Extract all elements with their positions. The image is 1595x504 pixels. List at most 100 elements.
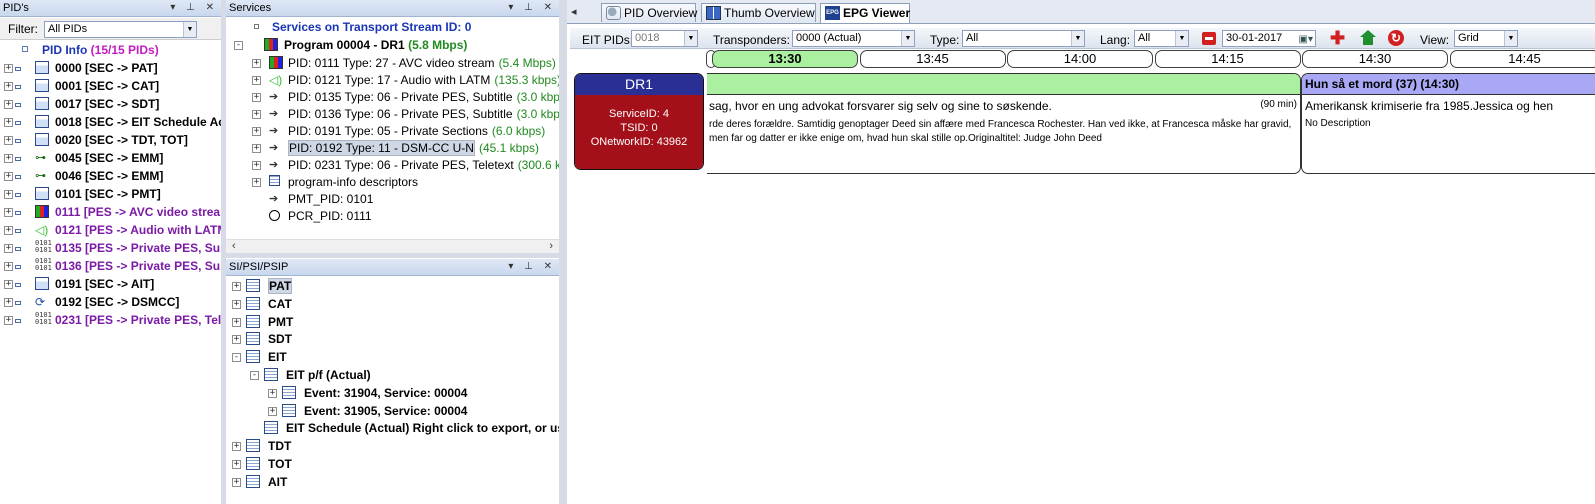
tab-epg-viewer[interactable]: EPG EPG Viewer (820, 3, 910, 23)
si-table-row[interactable]: - EIT p/f (Actual) (250, 366, 371, 384)
pid-row[interactable]: +0018 [SEC -> EIT Schedule Actu (0, 113, 221, 131)
pid-info-root[interactable]: PID Info (15/15 PIDs) (22, 41, 159, 59)
expand-toggle[interactable]: + (252, 59, 261, 68)
lang-dropdown[interactable]: All ▼ (1134, 30, 1189, 47)
expand-toggle[interactable]: + (252, 127, 261, 136)
expand-toggle[interactable]: + (4, 154, 13, 163)
expand-toggle[interactable]: + (252, 161, 261, 170)
pane-splitter[interactable] (226, 253, 559, 258)
si-table-row[interactable]: + AIT (232, 473, 287, 491)
pid-row[interactable]: + ⊶ 0046 [SEC -> EMM] (0, 167, 163, 185)
date-picker[interactable]: 30-01-2017 ▣▾ (1222, 30, 1316, 47)
expand-toggle[interactable]: + (232, 299, 241, 309)
pid-row[interactable]: +0020 [SEC -> TDT, TOT] (0, 131, 188, 149)
expand-toggle[interactable]: + (4, 136, 13, 145)
si-table-row[interactable]: + PMT (232, 313, 293, 331)
expand-toggle[interactable]: + (252, 93, 261, 102)
add-icon[interactable]: ✚ (1330, 29, 1345, 47)
tab-thumb-overview[interactable]: Thumb Overview (701, 3, 816, 22)
si-table-row[interactable]: + PAT (232, 277, 293, 295)
pid-row[interactable]: +0111 [PES -> AVC video stream (0, 203, 221, 221)
service-pid-row[interactable]: + program-info descriptors (252, 173, 422, 191)
service-pid-row[interactable]: + ➔ PID: 0231 Type: 06 - Private PES, Tele… (252, 156, 559, 174)
pid-row[interactable]: + ⟳ 0192 [SEC -> DSMCC] (0, 293, 179, 311)
time-slot[interactable]: 13:45 (859, 50, 1006, 68)
si-table-row[interactable]: + SDT (232, 330, 292, 348)
service-pid-row[interactable]: PCR_PID: 0111 (252, 207, 376, 225)
collapse-toggle[interactable]: - (234, 41, 243, 50)
pane-controls[interactable]: ▾ ⊥ ✕ (170, 0, 218, 16)
expand-toggle[interactable]: + (4, 280, 13, 289)
pane-controls[interactable]: ▾ ⊥ ✕ (508, 259, 556, 275)
service-pid-row[interactable]: + ➔ PID: 0191 Type: 05 - Private Sections(… (252, 122, 545, 140)
time-slot[interactable]: 14:00 (1007, 50, 1153, 68)
service-pid-row[interactable]: + ➔ PID: 0192 Type: 11 - DSM-CC U-N (45.1 k… (252, 139, 539, 157)
collapse-toggle[interactable]: - (232, 353, 241, 363)
view-dropdown[interactable]: Grid ▼ (1454, 30, 1518, 47)
pid-row[interactable]: + ⊶ 0045 [SEC -> EMM] (0, 149, 163, 167)
collapse-toggle[interactable]: - (250, 371, 259, 380)
tab-scroll-left-icon[interactable]: ◂ (571, 5, 577, 18)
pane-controls[interactable]: ▾ ⊥ ✕ (508, 0, 556, 16)
si-table-row[interactable]: + Event: 31905, Service: 00004 (268, 402, 467, 420)
transponders-dropdown[interactable]: 0000 (Actual) ▼ (792, 30, 915, 47)
time-slot[interactable]: 14:45 (1449, 50, 1595, 68)
calendar-icon[interactable]: ▣▾ (1299, 32, 1313, 46)
pid-row[interactable]: +0101 0101 0135 [PES -> Private PES, Subt (0, 239, 221, 257)
program-node[interactable]: - Program 00004 - DR1 (5.8 Mbps) (234, 36, 467, 54)
expand-toggle[interactable]: + (4, 226, 13, 235)
type-dropdown[interactable]: All ▼ (962, 30, 1085, 47)
expand-toggle[interactable]: + (252, 76, 261, 85)
service-pid-row[interactable]: + ➔ PID: 0136 Type: 06 - Private PES, Subt… (252, 105, 559, 123)
home-icon[interactable] (1360, 30, 1376, 45)
services-tree[interactable]: Services on Transport Stream ID: 0 - Pro… (226, 18, 559, 239)
expand-toggle[interactable]: + (4, 100, 13, 109)
pid-row[interactable]: + ◁) 0121 [PES -> Audio with LATM (0, 221, 221, 239)
pid-row[interactable]: +0101 0101 0136 [PES -> Private PES, Subt (0, 257, 221, 275)
tab-pid-overview[interactable]: PID Overview (601, 3, 697, 22)
filter-dropdown[interactable]: All PIDs ▼ (44, 21, 197, 38)
si-table-row[interactable]: EIT Schedule (Actual) Right click to exp… (250, 419, 559, 437)
channel-card[interactable]: DR1 ServiceID: 4 TSID: 0 ONetworkID: 439… (574, 73, 704, 170)
expand-toggle[interactable]: + (252, 178, 261, 187)
expand-toggle[interactable]: + (232, 317, 241, 327)
service-pid-row[interactable]: ➔ PMT_PID: 0101 (252, 190, 377, 208)
expand-toggle[interactable]: + (4, 64, 13, 73)
service-pid-row[interactable]: + ➔ PID: 0135 Type: 06 - Private PES, Subt… (252, 88, 559, 106)
expand-toggle[interactable]: + (4, 316, 13, 325)
pid-row[interactable]: +0101 0101 0231 [PES -> Private PES, Tele (0, 311, 221, 329)
expand-toggle[interactable]: + (4, 262, 13, 271)
expand-toggle[interactable]: + (4, 190, 13, 199)
pid-row[interactable]: +0017 [SEC -> SDT] (0, 95, 159, 113)
current-event[interactable]: sag, hvor en ung advokat forsvarer sig s… (707, 73, 1301, 174)
pid-row[interactable]: +0001 [SEC -> CAT] (0, 77, 159, 95)
expand-toggle[interactable]: + (268, 388, 277, 398)
expand-toggle[interactable]: + (232, 282, 241, 291)
expand-toggle[interactable]: + (232, 477, 241, 487)
si-table-row[interactable]: + CAT (232, 295, 292, 313)
pid-row[interactable]: +0000 [SEC -> PAT] (0, 59, 158, 77)
services-hscrollbar[interactable]: ‹ › (226, 239, 559, 253)
refresh-icon[interactable]: ↻ (1388, 30, 1404, 46)
si-tree[interactable]: + PAT + CAT + PMT + SDT - EIT - EIT p/f (Actual) + Ev… (226, 277, 559, 504)
si-table-row[interactable]: + TDT (232, 437, 291, 455)
time-slot[interactable]: 14:30 (1302, 50, 1448, 68)
expand-toggle[interactable]: + (252, 144, 261, 153)
expand-toggle[interactable]: + (4, 208, 13, 217)
si-table-row[interactable]: - EIT (232, 348, 287, 366)
expand-toggle[interactable]: + (4, 244, 13, 253)
expand-toggle[interactable]: + (232, 460, 241, 469)
time-slot[interactable]: 13:30 (712, 50, 858, 68)
service-pid-row[interactable]: + ◁) PID: 0121 Type: 17 - Audio with LATM(… (252, 71, 559, 89)
minus-button[interactable] (1202, 32, 1216, 45)
expand-toggle[interactable]: + (4, 172, 13, 181)
expand-toggle[interactable]: + (4, 118, 13, 127)
expand-toggle[interactable]: + (4, 298, 13, 307)
expand-toggle[interactable]: + (252, 110, 261, 119)
expand-toggle[interactable]: + (4, 82, 13, 91)
pid-row[interactable]: +0101 [SEC -> PMT] (0, 185, 161, 203)
expand-toggle[interactable]: + (268, 406, 277, 416)
expand-toggle[interactable]: + (232, 335, 241, 345)
pid-tree[interactable]: PID Info (15/15 PIDs) +0000 [SEC -> PAT]… (0, 41, 221, 504)
pid-row[interactable]: +0191 [SEC -> AIT] (0, 275, 154, 293)
